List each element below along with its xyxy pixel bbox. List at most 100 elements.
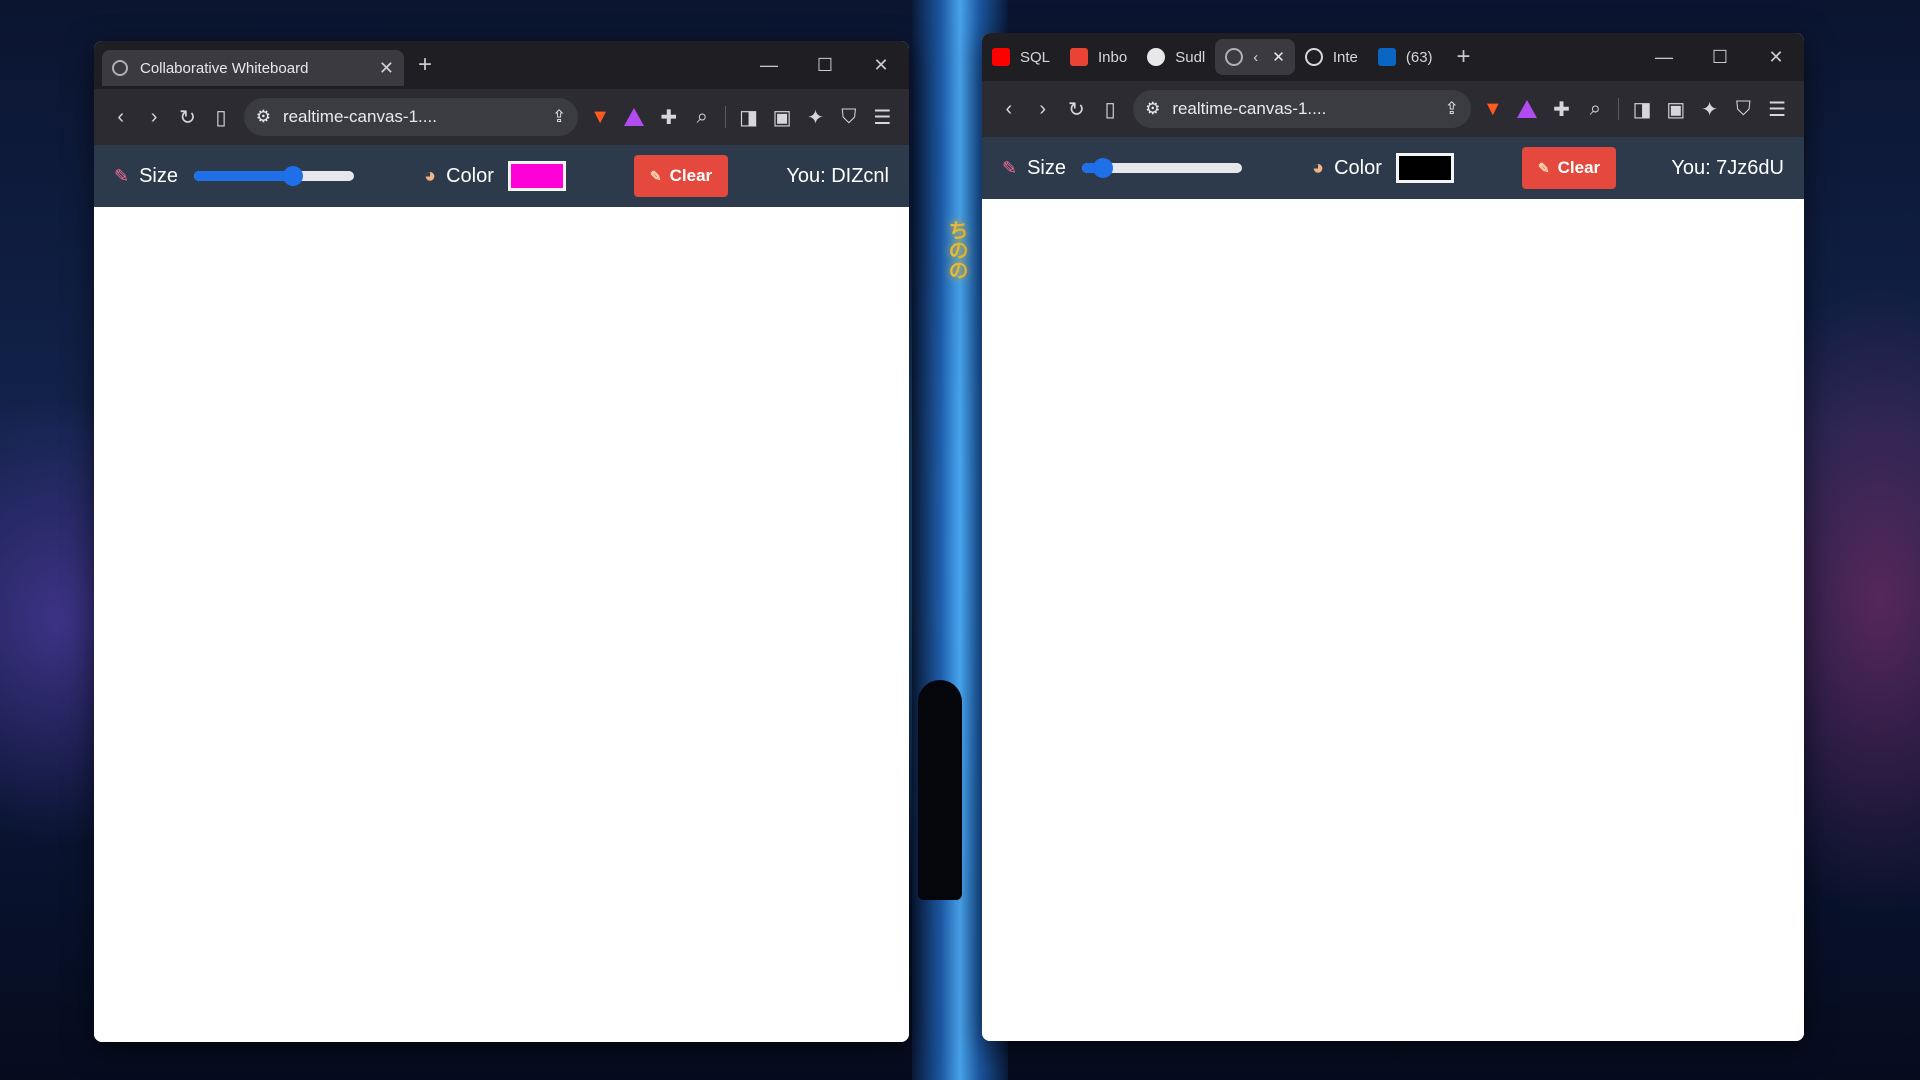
share-icon[interactable]: ⇪ <box>1445 99 1459 119</box>
back-icon[interactable]: ‹ <box>104 106 137 129</box>
extensions-icon[interactable]: ✚ <box>652 105 685 130</box>
wallpaper-neon-sign: ちのの <box>945 220 969 280</box>
share-icon[interactable]: ⇪ <box>552 107 566 127</box>
tab-label: Inte <box>1332 48 1358 66</box>
sidebar-icon[interactable]: ◨ <box>732 105 765 130</box>
youtube-icon <box>992 48 1010 66</box>
broom-icon: ✎ <box>1537 159 1550 176</box>
forward-icon[interactable]: › <box>137 106 170 129</box>
color-picker[interactable] <box>1395 153 1454 183</box>
palette-icon: ◕ <box>424 164 437 187</box>
size-slider[interactable] <box>1082 158 1242 178</box>
reload-icon[interactable]: ↻ <box>171 105 204 130</box>
wallpaper-silhouette <box>918 680 962 900</box>
brave-rewards-icon[interactable] <box>624 108 645 126</box>
browser-window-left: Collaborative Whiteboard ✕ + — ☐ ✕ ‹ › ↻… <box>94 41 909 1042</box>
brave-shields-icon[interactable]: ▼ <box>590 106 610 129</box>
menu-icon[interactable]: ☰ <box>1760 97 1794 122</box>
whiteboard-toolbar: ✎ Size ◕ Color ✎ Clear You: 7Jz6dU <box>982 137 1804 199</box>
drawing-canvas[interactable] <box>94 207 909 1042</box>
size-label: Size <box>139 164 178 187</box>
size-slider-fill <box>194 171 294 181</box>
brave-rewards-icon[interactable] <box>1516 100 1537 118</box>
reload-icon[interactable]: ↻ <box>1060 97 1094 122</box>
address-bar[interactable]: ⚙ realtime-canvas-1.... ⇪ <box>243 98 579 136</box>
page-search-icon[interactable]: ⌕ <box>686 106 719 129</box>
url-text: realtime-canvas-1.... <box>282 107 437 126</box>
tab-label: Sudl <box>1175 48 1206 66</box>
menu-icon[interactable]: ☰ <box>866 105 899 130</box>
bookmark-icon[interactable]: ▯ <box>1093 97 1127 122</box>
tab-collaborative-whiteboard[interactable]: Collaborative Whiteboard ✕ <box>102 50 404 86</box>
tab-whiteboard-active[interactable]: ‹ ✕ <box>1215 39 1295 75</box>
tab-linkedin[interactable]: (63) <box>1368 33 1443 81</box>
leo-ai-icon[interactable]: ✦ <box>1693 97 1727 122</box>
close-window-icon[interactable]: ✕ <box>853 41 909 89</box>
close-tab-icon[interactable]: ✕ <box>1272 48 1285 66</box>
minimize-icon[interactable]: — <box>1636 33 1692 81</box>
size-slider-knob[interactable] <box>1092 158 1113 178</box>
tab-strip: Collaborative Whiteboard ✕ + — ☐ ✕ <box>94 41 909 89</box>
tab-inbox[interactable]: Inbo <box>1060 33 1137 81</box>
tab-github[interactable]: Sudl <box>1137 33 1215 81</box>
palette-icon: ◕ <box>1312 156 1325 179</box>
close-tab-icon[interactable]: ✕ <box>379 58 394 79</box>
vpn-icon[interactable]: ⛉ <box>832 106 865 129</box>
tab-label: Inbo <box>1098 48 1128 66</box>
wallet-icon[interactable]: ▣ <box>1659 97 1693 122</box>
clear-label: Clear <box>1557 158 1601 177</box>
tab-strip: SQL Inbo Sudl ‹ ✕ Inte (63) + — ☐ ✕ <box>982 33 1804 81</box>
browser-window-right: SQL Inbo Sudl ‹ ✕ Inte (63) + — ☐ ✕ ‹ › … <box>982 33 1804 1041</box>
site-settings-icon[interactable]: ⚙ <box>1145 99 1160 119</box>
clear-button[interactable]: ✎ Clear <box>1521 147 1617 189</box>
tab-label: SQL <box>1020 48 1051 66</box>
github-icon <box>1147 48 1166 66</box>
browser-toolbar: ‹ › ↻ ▯ ⚙ realtime-canvas-1.... ⇪ ▼ ✚ ⌕ … <box>982 81 1804 137</box>
tab-label: (63) <box>1405 48 1433 66</box>
window-controls: — ☐ ✕ <box>1636 33 1804 81</box>
address-bar[interactable]: ⚙ realtime-canvas-1.... ⇪ <box>1133 90 1471 128</box>
vpn-icon[interactable]: ⛉ <box>1727 98 1761 121</box>
wallet-icon[interactable]: ▣ <box>765 105 798 130</box>
user-id-label: You: DIZcnl <box>786 164 889 187</box>
tab-sql[interactable]: SQL <box>982 33 1060 81</box>
new-tab-button[interactable]: + <box>418 51 432 79</box>
url-text: realtime-canvas-1.... <box>1172 99 1327 118</box>
close-window-icon[interactable]: ✕ <box>1748 33 1804 81</box>
brave-shields-icon[interactable]: ▼ <box>1483 98 1503 121</box>
sidebar-icon[interactable]: ◨ <box>1625 97 1659 122</box>
drawing-canvas[interactable] <box>982 199 1804 1041</box>
size-slider[interactable] <box>194 166 354 186</box>
tab-label: ‹ <box>1253 48 1259 66</box>
tab-openai[interactable]: Inte <box>1295 33 1368 81</box>
color-picker[interactable] <box>507 161 566 191</box>
globe-icon <box>1225 48 1244 66</box>
extensions-icon[interactable]: ✚ <box>1545 97 1579 122</box>
bookmark-icon[interactable]: ▯ <box>204 105 237 130</box>
new-tab-button[interactable]: + <box>1457 43 1471 71</box>
toolbar-divider <box>724 106 726 128</box>
color-label: Color <box>446 164 494 187</box>
tab-title: Collaborative Whiteboard <box>140 59 309 77</box>
toolbar-divider <box>1618 98 1620 120</box>
whiteboard-toolbar: ✎ Size ◕ Color ✎ Clear You: DIZcnl <box>94 145 909 207</box>
brush-icon: ✎ <box>1002 157 1018 178</box>
minimize-icon[interactable]: — <box>741 41 797 89</box>
broom-icon: ✎ <box>649 167 662 184</box>
leo-ai-icon[interactable]: ✦ <box>799 105 832 130</box>
openai-icon <box>1304 48 1323 66</box>
page-search-icon[interactable]: ⌕ <box>1578 98 1612 121</box>
browser-toolbar: ‹ › ↻ ▯ ⚙ realtime-canvas-1.... ⇪ ▼ ✚ ⌕ … <box>94 89 909 145</box>
site-settings-icon[interactable]: ⚙ <box>256 107 271 127</box>
maximize-icon[interactable]: ☐ <box>797 41 853 89</box>
color-label: Color <box>1334 156 1382 179</box>
globe-icon <box>112 60 128 76</box>
brush-icon: ✎ <box>114 165 130 186</box>
size-slider-knob[interactable] <box>283 166 304 186</box>
maximize-icon[interactable]: ☐ <box>1692 33 1748 81</box>
gmail-icon <box>1070 48 1089 66</box>
forward-icon[interactable]: › <box>1026 98 1060 121</box>
clear-button[interactable]: ✎ Clear <box>633 155 729 197</box>
clear-label: Clear <box>669 166 713 185</box>
back-icon[interactable]: ‹ <box>992 98 1026 121</box>
